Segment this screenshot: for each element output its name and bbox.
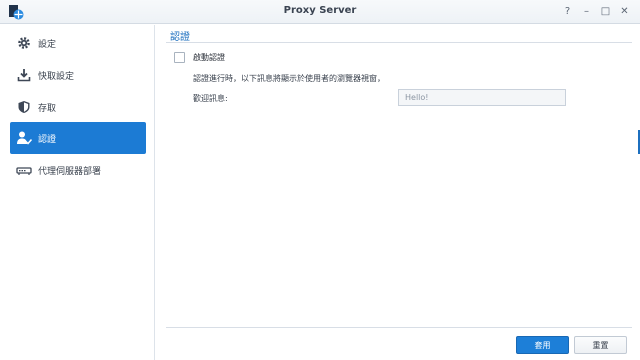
enable-auth-row: 啟動認證: [174, 52, 225, 63]
sidebar-item-label: 設定: [38, 39, 57, 50]
window-title: Proxy Server: [283, 5, 357, 16]
apply-button[interactable]: 套用: [516, 336, 569, 354]
main-panel: 認證 啟動認證 認證進行時，以下訊息將顯示於使用者的瀏覽器視窗， 歡迎訊息: 套…: [156, 25, 640, 360]
title-bar: Proxy Server ? – □ ✕: [0, 0, 640, 24]
section-divider: [166, 42, 632, 43]
window-controls: ? – □ ✕: [558, 3, 634, 20]
sidebar: 設定 快取設定 存取 認證 代理伺服器部署: [0, 25, 155, 360]
sidebar-item-cache-settings[interactable]: 快取設定: [10, 59, 146, 91]
help-text: 認證進行時，以下訊息將顯示於使用者的瀏覽器視窗，: [193, 74, 385, 83]
shield-icon: [16, 99, 32, 115]
sidebar-item-label: 認證: [38, 134, 57, 145]
sidebar-item-proxy-deployment[interactable]: 代理伺服器部署: [10, 154, 146, 186]
sidebar-item-label: 快取設定: [38, 71, 75, 82]
reset-button[interactable]: 重置: [574, 336, 627, 354]
welcome-message-input[interactable]: [398, 89, 566, 106]
sidebar-item-settings[interactable]: 設定: [10, 27, 146, 59]
user-check-icon: [16, 130, 32, 146]
welcome-message-label: 歡迎訊息:: [193, 94, 228, 103]
sidebar-item-label: 存取: [38, 103, 57, 114]
sidebar-item-access[interactable]: 存取: [10, 91, 146, 123]
sidebar-item-authentication[interactable]: 認證: [10, 122, 146, 154]
download-icon: [16, 67, 32, 83]
enable-auth-checkbox[interactable]: [174, 52, 185, 63]
minimize-icon[interactable]: –: [577, 3, 596, 20]
gear-icon: [16, 35, 32, 51]
maximize-icon[interactable]: □: [596, 3, 615, 20]
section-title: 認證: [170, 32, 190, 43]
help-icon[interactable]: ?: [558, 3, 577, 20]
footer-divider: [166, 327, 632, 328]
enable-auth-label[interactable]: 啟動認證: [193, 52, 225, 63]
router-icon: [16, 162, 32, 178]
sidebar-item-label: 代理伺服器部署: [38, 166, 102, 177]
close-icon[interactable]: ✕: [615, 3, 634, 20]
